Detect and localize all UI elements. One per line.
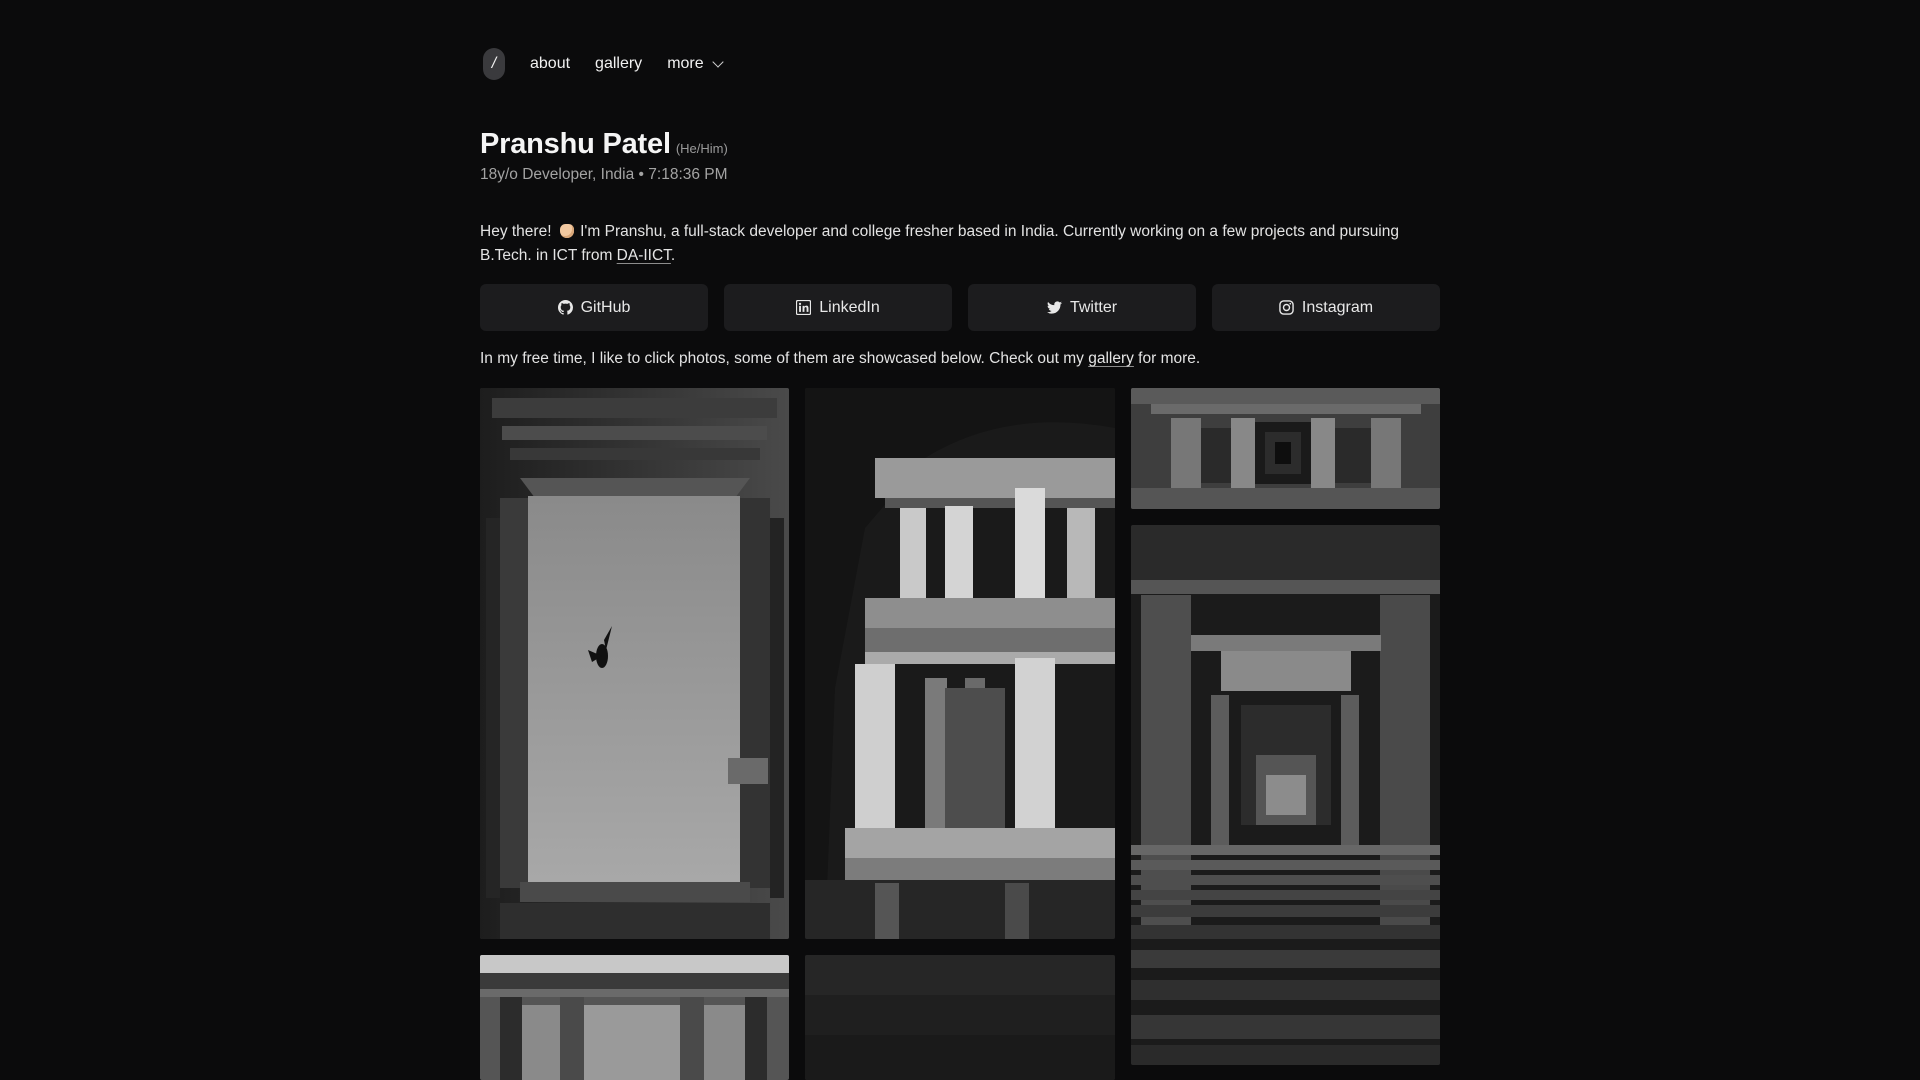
profile-header: Pranshu Patel (He/Him) <box>480 128 728 161</box>
nav-gallery-link[interactable]: gallery <box>595 55 642 73</box>
daiict-link[interactable]: DA-IICT <box>617 247 671 264</box>
social-links: GitHub LinkedIn Twitter Instagram <box>480 284 1440 331</box>
profile-subtitle: 18y/o Developer, India • 7:18:36 PM <box>480 166 728 183</box>
twitter-button[interactable]: Twitter <box>968 284 1196 331</box>
gallery-photo-arches[interactable] <box>480 955 789 1080</box>
freetime-text-1: In my free time, I like to click photos,… <box>480 350 1089 367</box>
intro-text-3: . <box>670 247 676 264</box>
gallery-photo-steps[interactable] <box>1131 525 1440 1065</box>
github-icon <box>557 300 573 315</box>
photo-sky-bird-image <box>480 388 789 939</box>
linkedin-button[interactable]: LinkedIn <box>724 284 952 331</box>
linkedin-icon <box>796 300 812 315</box>
waving-hand-icon <box>559 224 574 238</box>
photo-corridor-image <box>1131 388 1440 509</box>
github-label: GitHub <box>580 298 631 316</box>
profile-pronouns: (He/Him) <box>675 141 728 156</box>
gallery-link[interactable]: gallery <box>1088 350 1134 367</box>
photo-dark-image <box>805 955 1115 1080</box>
photo-pillars-image <box>805 388 1115 939</box>
intro-paragraph: Hey there! I'm Pranshu, a full-stack dev… <box>480 220 1445 268</box>
home-button[interactable]: / <box>483 48 505 80</box>
photo-steps-image <box>1131 525 1440 1065</box>
linkedin-label: LinkedIn <box>819 298 880 316</box>
nav-more-label: more <box>667 55 704 72</box>
gallery-photo-sky-bird[interactable] <box>480 388 789 939</box>
photo-arches-image <box>480 955 789 1080</box>
instagram-icon <box>1279 300 1294 315</box>
gallery-photo-corridor[interactable] <box>1131 388 1440 509</box>
twitter-icon <box>1046 301 1062 314</box>
profile-name: Pranshu Patel <box>480 128 671 160</box>
nav-about-link[interactable]: about <box>530 55 570 73</box>
freetime-text-2: for more. <box>1133 350 1201 367</box>
twitter-label: Twitter <box>1069 298 1118 316</box>
github-button[interactable]: GitHub <box>480 284 708 331</box>
gallery-photo-dark[interactable] <box>805 955 1115 1080</box>
intro-text-1: Hey there! <box>480 223 556 240</box>
gallery-photo-pillars[interactable] <box>805 388 1115 939</box>
top-nav: / about gallery more <box>483 48 724 80</box>
chevron-down-icon <box>711 56 724 68</box>
nav-more-dropdown[interactable]: more <box>667 55 724 73</box>
freetime-paragraph: In my free time, I like to click photos,… <box>480 350 1200 368</box>
instagram-button[interactable]: Instagram <box>1212 284 1440 331</box>
instagram-label: Instagram <box>1301 298 1374 316</box>
